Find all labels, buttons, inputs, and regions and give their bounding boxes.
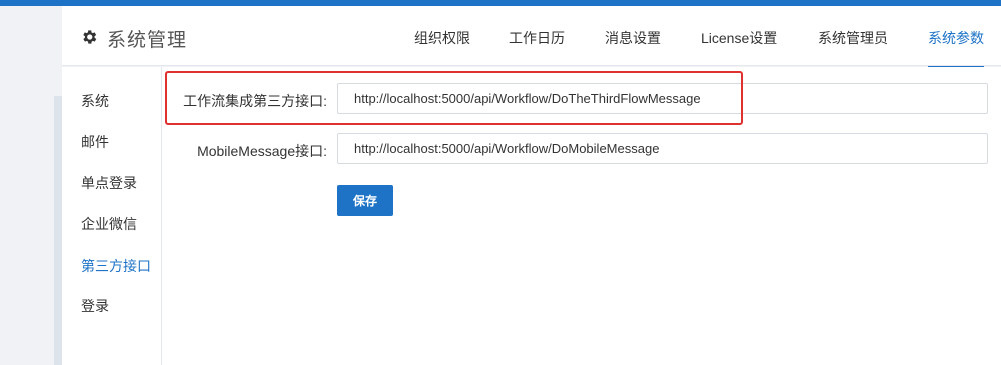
tab-system-parameters[interactable]: 系统参数 [928,6,984,68]
mobile-message-api-label: MobileMessage接口: [197,143,327,159]
sidebar-item-mail[interactable]: 邮件 [62,124,162,160]
third-party-api-label: 工作流集成第三方接口: [183,93,327,109]
top-tabs: 组织权限 工作日历 消息设置 License设置 系统管理员 系统参数 [62,6,1001,68]
third-party-api-input[interactable] [337,83,988,114]
mobile-message-api-input[interactable] [337,133,988,164]
save-button[interactable]: 保存 [337,185,393,216]
sidebar-item-system[interactable]: 系统 [62,83,162,119]
tab-work-calendar[interactable]: 工作日历 [509,6,565,66]
page-header: 系统管理 组织权限 工作日历 消息设置 License设置 系统管理员 系统参数 [62,6,1001,68]
sidebar-item-third-party-api[interactable]: 第三方接口 [62,248,164,284]
tab-system-admins[interactable]: 系统管理员 [818,6,888,66]
tab-org-permissions[interactable]: 组织权限 [414,6,470,66]
sidebar: 系统 邮件 单点登录 企业微信 第三方接口 登录 [62,67,164,365]
left-gutter-strip [54,96,62,365]
sidebar-item-sso[interactable]: 单点登录 [62,165,162,201]
sidebar-item-wecom[interactable]: 企业微信 [62,206,162,242]
sidebar-item-login[interactable]: 登录 [62,288,162,324]
tab-message-settings[interactable]: 消息设置 [605,6,661,66]
tab-license-settings[interactable]: License设置 [701,6,777,66]
left-gutter [0,6,62,365]
